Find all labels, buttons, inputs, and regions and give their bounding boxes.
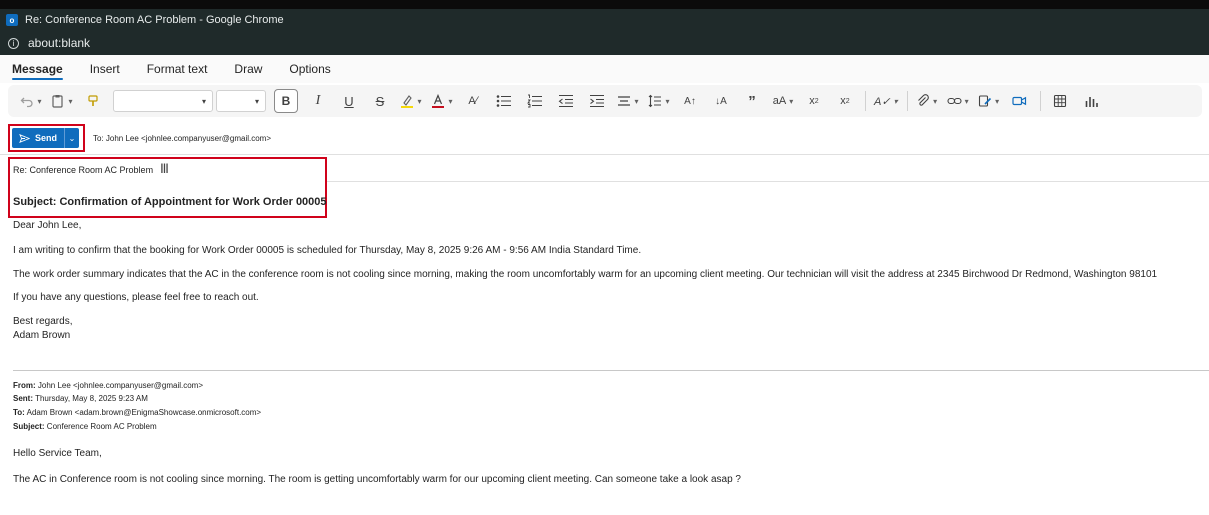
toolbar-divider <box>906 91 908 111</box>
chevron-down-icon: ⌄ <box>68 133 76 143</box>
subject-divider <box>327 181 1209 182</box>
quoted-subject-label: Subject: <box>13 422 45 431</box>
quoted-to-value: Adam Brown <adam.brown@EnigmaShowcase.on… <box>26 408 262 417</box>
text-cursor-icon: Ⅲ <box>160 161 169 176</box>
body-signature[interactable]: Adam Brown <box>13 330 70 341</box>
window-title: Re: Conference Room AC Problem - Google … <box>25 14 284 26</box>
editor-icon[interactable]: A✓ ▾ <box>874 89 898 113</box>
quoted-sent-value: Thursday, May 8, 2025 9:23 AM <box>35 394 148 403</box>
quoted-to-label: To: <box>13 408 25 417</box>
line-spacing-icon[interactable]: ▾ <box>648 89 670 113</box>
subscript-icon[interactable]: x2 <box>803 89 825 113</box>
format-style-icon[interactable]: ↓A <box>710 89 732 113</box>
chevron-down-icon: ▾ <box>254 96 259 106</box>
quoted-sent-label: Sent: <box>13 394 33 403</box>
underline-button[interactable]: U <box>338 89 360 113</box>
highlight-icon[interactable]: ▾ <box>400 89 422 113</box>
tab-format-text[interactable]: Format text <box>147 55 208 83</box>
body-paragraph-2[interactable]: The work order summary indicates that th… <box>13 269 1157 280</box>
font-color-icon[interactable]: ▾ <box>431 89 453 113</box>
signature-icon[interactable]: ▾ <box>978 89 1000 113</box>
meeting-icon[interactable] <box>1009 89 1031 113</box>
send-label: Send <box>34 133 57 143</box>
clear-format-icon[interactable]: A∕ <box>462 89 484 113</box>
font-size-select[interactable]: ▾ <box>216 90 266 112</box>
send-options-dropdown[interactable]: ⌄ <box>64 128 79 148</box>
address-bar[interactable]: i about:blank <box>0 31 1209 55</box>
tab-message[interactable]: Message <box>12 55 63 83</box>
quote-icon[interactable]: ” <box>741 89 763 113</box>
window-titlebar: o Re: Conference Room AC Problem - Googl… <box>0 9 1209 31</box>
numbering-icon[interactable] <box>524 89 546 113</box>
undo-icon[interactable]: ▾ <box>20 89 42 113</box>
superscript-icon[interactable]: x2 <box>834 89 856 113</box>
subject-field[interactable]: Re: Conference Room AC Problem <box>13 165 153 175</box>
body-greeting[interactable]: Dear John Lee, <box>13 220 81 231</box>
italic-button[interactable]: I <box>307 89 329 113</box>
quoted-sent: Sent: Thursday, May 8, 2025 9:23 AM <box>13 394 148 403</box>
table-icon[interactable] <box>1049 89 1071 113</box>
info-icon[interactable]: i <box>8 37 19 49</box>
to-recipients[interactable]: To: John Lee <johnlee.companyuser@gmail.… <box>93 134 271 143</box>
quoted-message: The AC in Conference room is not cooling… <box>13 474 741 485</box>
body-closing[interactable]: Best regards, <box>13 316 72 327</box>
tab-insert[interactable]: Insert <box>90 55 120 83</box>
body-paragraph-3[interactable]: If you have any questions, please feel f… <box>13 292 259 303</box>
decrease-indent-icon[interactable] <box>555 89 577 113</box>
attach-icon[interactable]: ▾ <box>916 89 938 113</box>
reply-divider <box>13 370 1209 371</box>
chart-icon[interactable] <box>1080 89 1102 113</box>
outlook-app-icon: o <box>6 14 18 26</box>
to-divider <box>0 154 1209 155</box>
send-button-group: Send ⌄ <box>8 124 85 152</box>
quoted-from-label: From: <box>13 381 36 390</box>
format-painter-icon[interactable] <box>82 89 104 113</box>
browser-top-strip <box>0 0 1209 9</box>
send-icon <box>19 133 30 143</box>
quoted-from-value: John Lee <johnlee.companyuser@gmail.com> <box>37 381 204 390</box>
change-case-icon[interactable]: aA ▾ <box>772 89 794 113</box>
ribbon-tabs: Message Insert Format text Draw Options <box>0 55 1209 83</box>
quoted-to: To: Adam Brown <adam.brown@EnigmaShowcas… <box>13 408 261 417</box>
send-button[interactable]: Send <box>12 128 64 148</box>
link-icon[interactable]: ▾ <box>947 89 969 113</box>
increase-indent-icon[interactable] <box>586 89 608 113</box>
tab-draw[interactable]: Draw <box>234 55 262 83</box>
chevron-down-icon: ▾ <box>201 96 206 106</box>
formatting-toolbar: ▾ ▾ ▾ ▾ B I U S ▾ ▾ A∕ ▾ ▾ A↑ ↓A ” aA ▾ x… <box>8 85 1202 117</box>
tab-options[interactable]: Options <box>289 55 330 83</box>
align-icon[interactable]: ▾ <box>617 89 639 113</box>
quoted-subject: Subject: Conference Room AC Problem <box>13 422 157 431</box>
body-paragraph-1[interactable]: I am writing to confirm that the booking… <box>13 245 641 256</box>
toolbar-divider <box>865 91 866 111</box>
paste-icon[interactable]: ▾ <box>51 89 73 113</box>
strikethrough-button[interactable]: S <box>369 89 391 113</box>
url-text: about:blank <box>28 36 91 50</box>
body-subject-line[interactable]: Subject: Confirmation of Appointment for… <box>13 196 327 208</box>
quoted-greeting: Hello Service Team, <box>13 448 102 459</box>
bullets-icon[interactable] <box>493 89 515 113</box>
styles-icon[interactable]: A↑ <box>679 89 701 113</box>
quoted-subject-value: Conference Room AC Problem <box>46 422 157 431</box>
font-name-select[interactable]: ▾ <box>113 90 213 112</box>
quoted-from: From: John Lee <johnlee.companyuser@gmai… <box>13 381 203 390</box>
toolbar-divider <box>1039 91 1041 111</box>
bold-button[interactable]: B <box>274 89 298 113</box>
